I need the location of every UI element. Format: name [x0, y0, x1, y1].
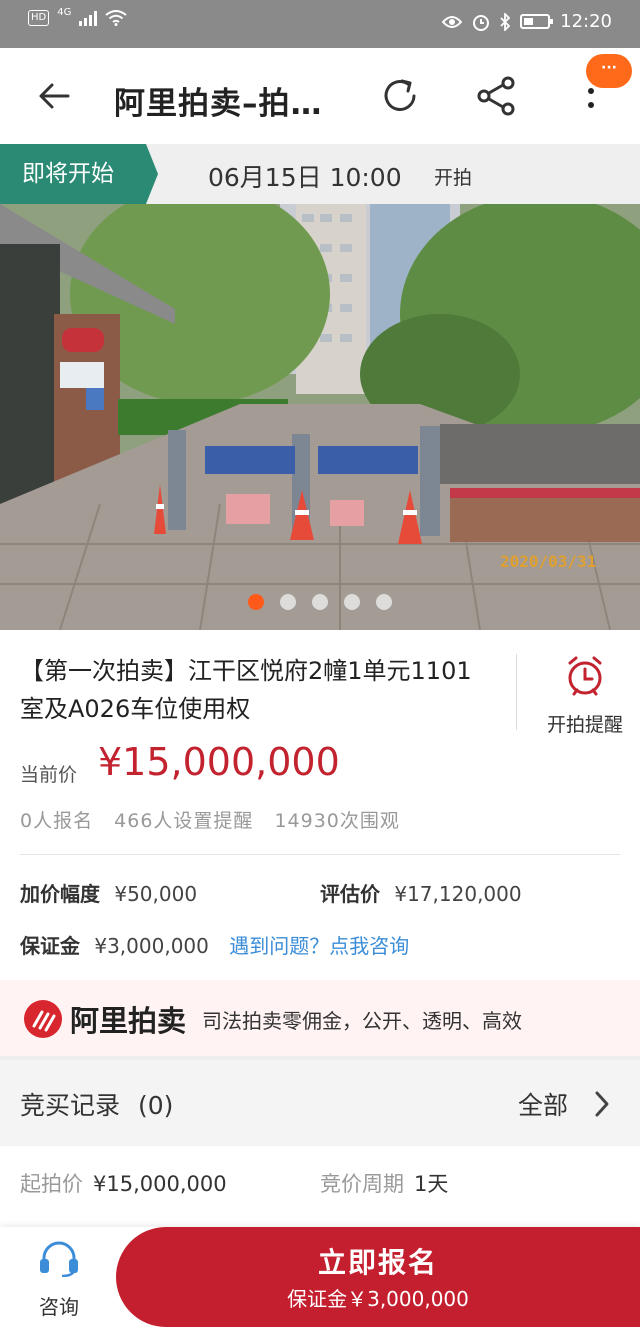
reminder-label: 开拍提醒	[546, 714, 623, 736]
alarm-clock-icon	[568, 656, 602, 696]
bid-cycle-label: 竞价周期	[320, 1172, 404, 1196]
start-datetime: 06月15日 10:00	[208, 163, 402, 192]
consult-button[interactable]: 咨询	[24, 1239, 94, 1319]
photo-date-stamp: 2020/03/31	[500, 552, 597, 571]
chevron-right-icon	[595, 1091, 609, 1117]
bid-cycle-value: 1天	[414, 1172, 449, 1196]
carousel-dot[interactable]	[344, 594, 360, 610]
share-icon[interactable]	[474, 74, 518, 118]
property-photo-carousel[interactable]: 2020/03/31	[0, 204, 640, 630]
nav-bar: 阿里拍卖–拍… ···	[0, 48, 640, 144]
promo-brand: 阿里拍卖	[70, 1004, 187, 1038]
appraisal-label: 评估价	[320, 882, 380, 906]
start-suffix: 开拍	[434, 167, 473, 189]
carousel-dot[interactable]	[376, 594, 392, 610]
bid-records-row[interactable]: 竞买记录 (0) 全部	[0, 1060, 640, 1146]
battery-icon	[520, 14, 554, 29]
start-price-row: 起拍价 ¥15,000,000	[20, 1168, 227, 1198]
consult-label: 咨询	[39, 1295, 79, 1319]
back-arrow-icon[interactable]	[34, 76, 74, 116]
current-price-value: ¥15,000,000	[98, 740, 340, 784]
carousel-dot[interactable]	[280, 594, 296, 610]
auction-details: 起拍价 ¥15,000,000 竞价周期 1天	[0, 1146, 640, 1230]
deposit-label: 保证金	[20, 934, 80, 958]
consult-link[interactable]: 遇到问题？点我咨询	[229, 934, 409, 958]
headset-icon	[40, 1241, 78, 1277]
lot-info: 【第一次拍卖】江干区悦府2幢1单元1101室及A026车位使用权 开拍提醒 当前…	[0, 630, 640, 980]
hd-badge: HD	[28, 10, 50, 26]
lot-stats: 0人报名 466人设置提醒 14930次围观	[20, 806, 414, 833]
status-tag: 即将开始	[0, 144, 158, 204]
lot-title: 【第一次拍卖】江干区悦府2幢1单元1101室及A026车位使用权	[20, 657, 472, 723]
signup-deposit: 保证金￥3,000,000	[287, 1287, 469, 1311]
signup-button[interactable]: 立即报名 保证金￥3,000,000	[116, 1227, 640, 1327]
refresh-icon[interactable]	[378, 74, 422, 118]
view-count: 14930次围观	[274, 810, 400, 832]
appraisal-value: ¥17,120,000	[394, 882, 522, 906]
message-badge[interactable]: ···	[586, 54, 632, 88]
bluetooth-icon	[500, 12, 511, 31]
bid-cycle-row: 竞价周期 1天	[320, 1168, 448, 1198]
status-left: HD 4G	[28, 6, 127, 26]
start-price-value: ¥15,000,000	[93, 1172, 227, 1196]
signup-count: 0人报名	[20, 810, 94, 832]
start-reminder-button[interactable]: 开拍提醒	[530, 652, 640, 742]
increment-value: ¥50,000	[114, 882, 198, 906]
deposit-value: ¥3,000,000	[94, 934, 209, 958]
deposit-row: 保证金 ¥3,000,000 遇到问题？点我咨询	[20, 930, 409, 959]
carousel-dots	[248, 594, 392, 610]
bottom-action-bar: 咨询 立即报名 保证金￥3,000,000	[0, 1227, 640, 1327]
divider	[516, 654, 517, 730]
start-price-label: 起拍价	[20, 1172, 83, 1196]
promo-text: 司法拍卖零佣金，公开、透明、高效	[202, 1009, 522, 1033]
ali-auction-logo	[24, 1000, 62, 1038]
current-price-label: 当前价	[20, 764, 78, 786]
alarm-icon	[473, 14, 490, 31]
promo-strip: 阿里拍卖 司法拍卖零佣金，公开、透明、高效	[0, 980, 640, 1056]
wifi-icon	[105, 10, 127, 26]
signup-title: 立即报名	[317, 1246, 438, 1279]
auction-status-banner: 即将开始 06月15日 10:00 开拍	[0, 144, 640, 204]
status-right: 12:20	[442, 11, 612, 32]
reminder-count: 466人设置提醒	[114, 810, 254, 832]
divider	[20, 854, 620, 855]
carousel-dot[interactable]	[312, 594, 328, 610]
signal-icon	[79, 10, 98, 26]
carousel-dot[interactable]	[248, 594, 264, 610]
increment-row: 加价幅度 ¥50,000	[20, 878, 197, 907]
increment-label: 加价幅度	[20, 882, 100, 906]
status-time: 12:20	[560, 11, 612, 32]
bid-records-count: (0)	[137, 1091, 174, 1120]
eye-icon	[442, 15, 463, 28]
view-all-link[interactable]: 全部	[518, 1086, 568, 1122]
network-type: 4G	[57, 6, 72, 18]
status-bar: HD 4G 12:20	[0, 0, 640, 48]
page-title: 阿里拍卖–拍…	[114, 86, 323, 122]
bid-records-title: 竞买记录 (0)	[20, 1091, 174, 1120]
appraisal-row: 评估价 ¥17,120,000	[320, 878, 522, 907]
